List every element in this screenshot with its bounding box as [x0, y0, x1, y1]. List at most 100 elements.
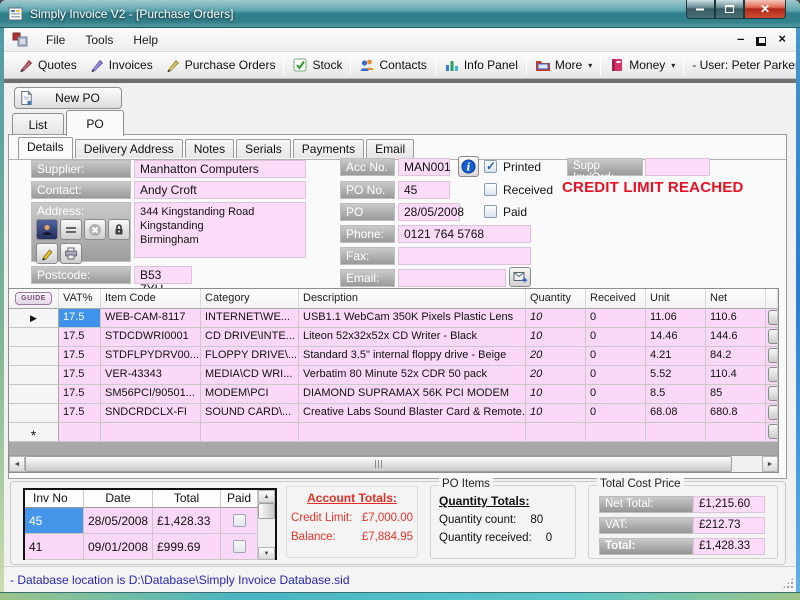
clear-button[interactable]	[84, 219, 106, 240]
cell-received[interactable]: 0	[586, 309, 646, 328]
mdi-restore-button[interactable]	[756, 37, 766, 46]
grid-row[interactable]: ▶ 17.5 WEB-CAM-8117 INTERNET\WE... USB1.…	[9, 309, 778, 328]
tab-po[interactable]: PO	[66, 110, 124, 136]
maximize-button[interactable]	[715, 0, 744, 19]
cell-description[interactable]: DIAMOND SUPRAMAX 56K PCI MODEM	[299, 385, 526, 404]
inv-col-paid[interactable]: Paid	[221, 490, 258, 508]
row-detail-button[interactable]	[766, 309, 778, 328]
grid-row[interactable]: 17.5 SM56PCI/90501... MODEM\PCI DIAMOND …	[9, 385, 778, 404]
send-email-button[interactable]	[509, 267, 531, 287]
grid-horizontal-scrollbar[interactable]: ◄ ►	[9, 456, 778, 472]
email-field[interactable]	[398, 269, 506, 287]
paid-checkbox[interactable]	[233, 540, 246, 553]
cell-net[interactable]: 85	[706, 385, 766, 404]
inv-col-total[interactable]: Total	[153, 490, 221, 508]
cell-description[interactable]: Standard 3.5" internal floppy drive - Be…	[299, 347, 526, 366]
cell-vat[interactable]: 17.5	[59, 404, 101, 423]
tab-serials[interactable]: Serials	[236, 139, 291, 158]
cell-received[interactable]: 0	[586, 404, 646, 423]
tab-email[interactable]: Email	[366, 139, 414, 158]
scroll-up-button[interactable]: ▲	[258, 490, 275, 503]
scroll-right-button[interactable]: ►	[762, 456, 778, 472]
cell-category[interactable]: MEDIA\CD WRI...	[201, 366, 299, 385]
resize-grip[interactable]	[782, 577, 794, 589]
row-detail-button[interactable]	[766, 404, 778, 423]
phone-field[interactable]: 0121 764 5768	[398, 225, 531, 243]
cell-quantity[interactable]: 10	[526, 328, 586, 347]
scrollbar-track[interactable]	[732, 456, 762, 472]
row-selector[interactable]: ▶	[9, 309, 59, 328]
cell-unit[interactable]: 11.06	[646, 309, 706, 328]
row-selector[interactable]	[9, 385, 59, 404]
grid-new-row[interactable]: *	[9, 423, 778, 442]
row-detail-button[interactable]	[766, 366, 778, 385]
cell-item-code[interactable]: SM56PCI/90501...	[101, 385, 201, 404]
col-header-received[interactable]: Received	[586, 289, 646, 309]
menu-tools[interactable]: Tools	[75, 30, 123, 50]
cell-item-code[interactable]: SNDCRDCLX-FI	[101, 404, 201, 423]
col-header-category[interactable]: Category	[201, 289, 299, 309]
scrollbar-thumb[interactable]	[25, 456, 732, 472]
grid-row[interactable]: 17.5 VER-43343 MEDIA\CD WRI... Verbatim …	[9, 366, 778, 385]
row-detail-button[interactable]	[766, 347, 778, 366]
paid-checkbox[interactable]	[233, 514, 246, 527]
inv-col-no[interactable]: Inv No	[25, 490, 84, 508]
toolbar-invoices-button[interactable]: Invoices	[83, 55, 159, 75]
toolbar-money-button[interactable]: Money ▾	[603, 55, 681, 75]
cell-empty[interactable]	[586, 423, 646, 442]
cell-empty[interactable]	[706, 423, 766, 442]
cell-empty[interactable]	[59, 423, 101, 442]
cell-unit[interactable]: 14.46	[646, 328, 706, 347]
lock-button[interactable]	[108, 219, 130, 240]
account-info-button[interactable]: i	[458, 156, 479, 177]
row-detail-button[interactable]	[766, 423, 778, 442]
cell-vat[interactable]: 17.5	[59, 309, 101, 328]
toolbar-quotes-button[interactable]: Quotes	[12, 55, 83, 75]
cell-quantity[interactable]: 20	[526, 347, 586, 366]
cell-net[interactable]: 680.8	[706, 404, 766, 423]
toolbar-purchase-orders-button[interactable]: Purchase Orders	[159, 55, 282, 75]
cell-item-code[interactable]: VER-43343	[101, 366, 201, 385]
cell-quantity[interactable]: 10	[526, 309, 586, 328]
supp-inv-field[interactable]	[645, 158, 710, 176]
tab-delivery-address[interactable]: Delivery Address	[75, 139, 183, 158]
menu-file[interactable]: File	[36, 30, 75, 50]
new-po-button[interactable]: New PO	[14, 87, 122, 109]
list-lines-button[interactable]	[60, 219, 82, 240]
menu-help[interactable]: Help	[123, 30, 168, 50]
cell-unit[interactable]: 68.08	[646, 404, 706, 423]
paid-checkbox[interactable]	[484, 205, 497, 218]
grid-row[interactable]: 17.5 STDCDWRI0001 CD DRIVE\INTE... Liteo…	[9, 328, 778, 347]
toolbar-contacts-button[interactable]: Contacts	[353, 55, 432, 75]
scrollbar-thumb[interactable]	[258, 503, 275, 519]
inv-cell-total[interactable]: £999.69	[153, 534, 221, 560]
mdi-minimize-button[interactable]: –	[737, 31, 744, 47]
cell-vat[interactable]: 17.5	[59, 385, 101, 404]
cell-received[interactable]: 0	[586, 328, 646, 347]
cell-vat[interactable]: 17.5	[59, 366, 101, 385]
inv-col-date[interactable]: Date	[84, 490, 153, 508]
cell-unit[interactable]: 4.21	[646, 347, 706, 366]
inv-cell-total[interactable]: £1,428.33	[153, 508, 221, 534]
supplier-field[interactable]: Manhatton Computers	[134, 160, 306, 178]
edit-button[interactable]	[36, 243, 58, 264]
row-selector[interactable]	[9, 404, 59, 423]
print-button[interactable]	[60, 243, 82, 264]
tab-payments[interactable]: Payments	[293, 139, 364, 158]
titlebar[interactable]: Simply Invoice V2 - [Purchase Orders] ✕	[0, 0, 800, 28]
printed-checkbox[interactable]	[484, 160, 497, 173]
cell-description[interactable]: USB1.1 WebCam 350K Pixels Plastic Lens	[299, 309, 526, 328]
cell-received[interactable]: 0	[586, 347, 646, 366]
row-selector[interactable]	[9, 328, 59, 347]
cell-net[interactable]: 110.4	[706, 366, 766, 385]
col-header-quantity[interactable]: Quantity	[526, 289, 586, 309]
col-header-description[interactable]: Description	[299, 289, 526, 309]
col-header-net[interactable]: Net	[706, 289, 766, 309]
cell-net[interactable]: 144.6	[706, 328, 766, 347]
cell-description[interactable]: Liteon 52x32x52x CD Writer - Black	[299, 328, 526, 347]
cell-item-code[interactable]: STDFLPYDRV00...	[101, 347, 201, 366]
row-detail-button[interactable]	[766, 328, 778, 347]
col-header-vat[interactable]: VAT%	[59, 289, 101, 309]
col-header-item-code[interactable]: Item Code	[101, 289, 201, 309]
inv-cell-date[interactable]: 28/05/2008	[84, 508, 153, 534]
